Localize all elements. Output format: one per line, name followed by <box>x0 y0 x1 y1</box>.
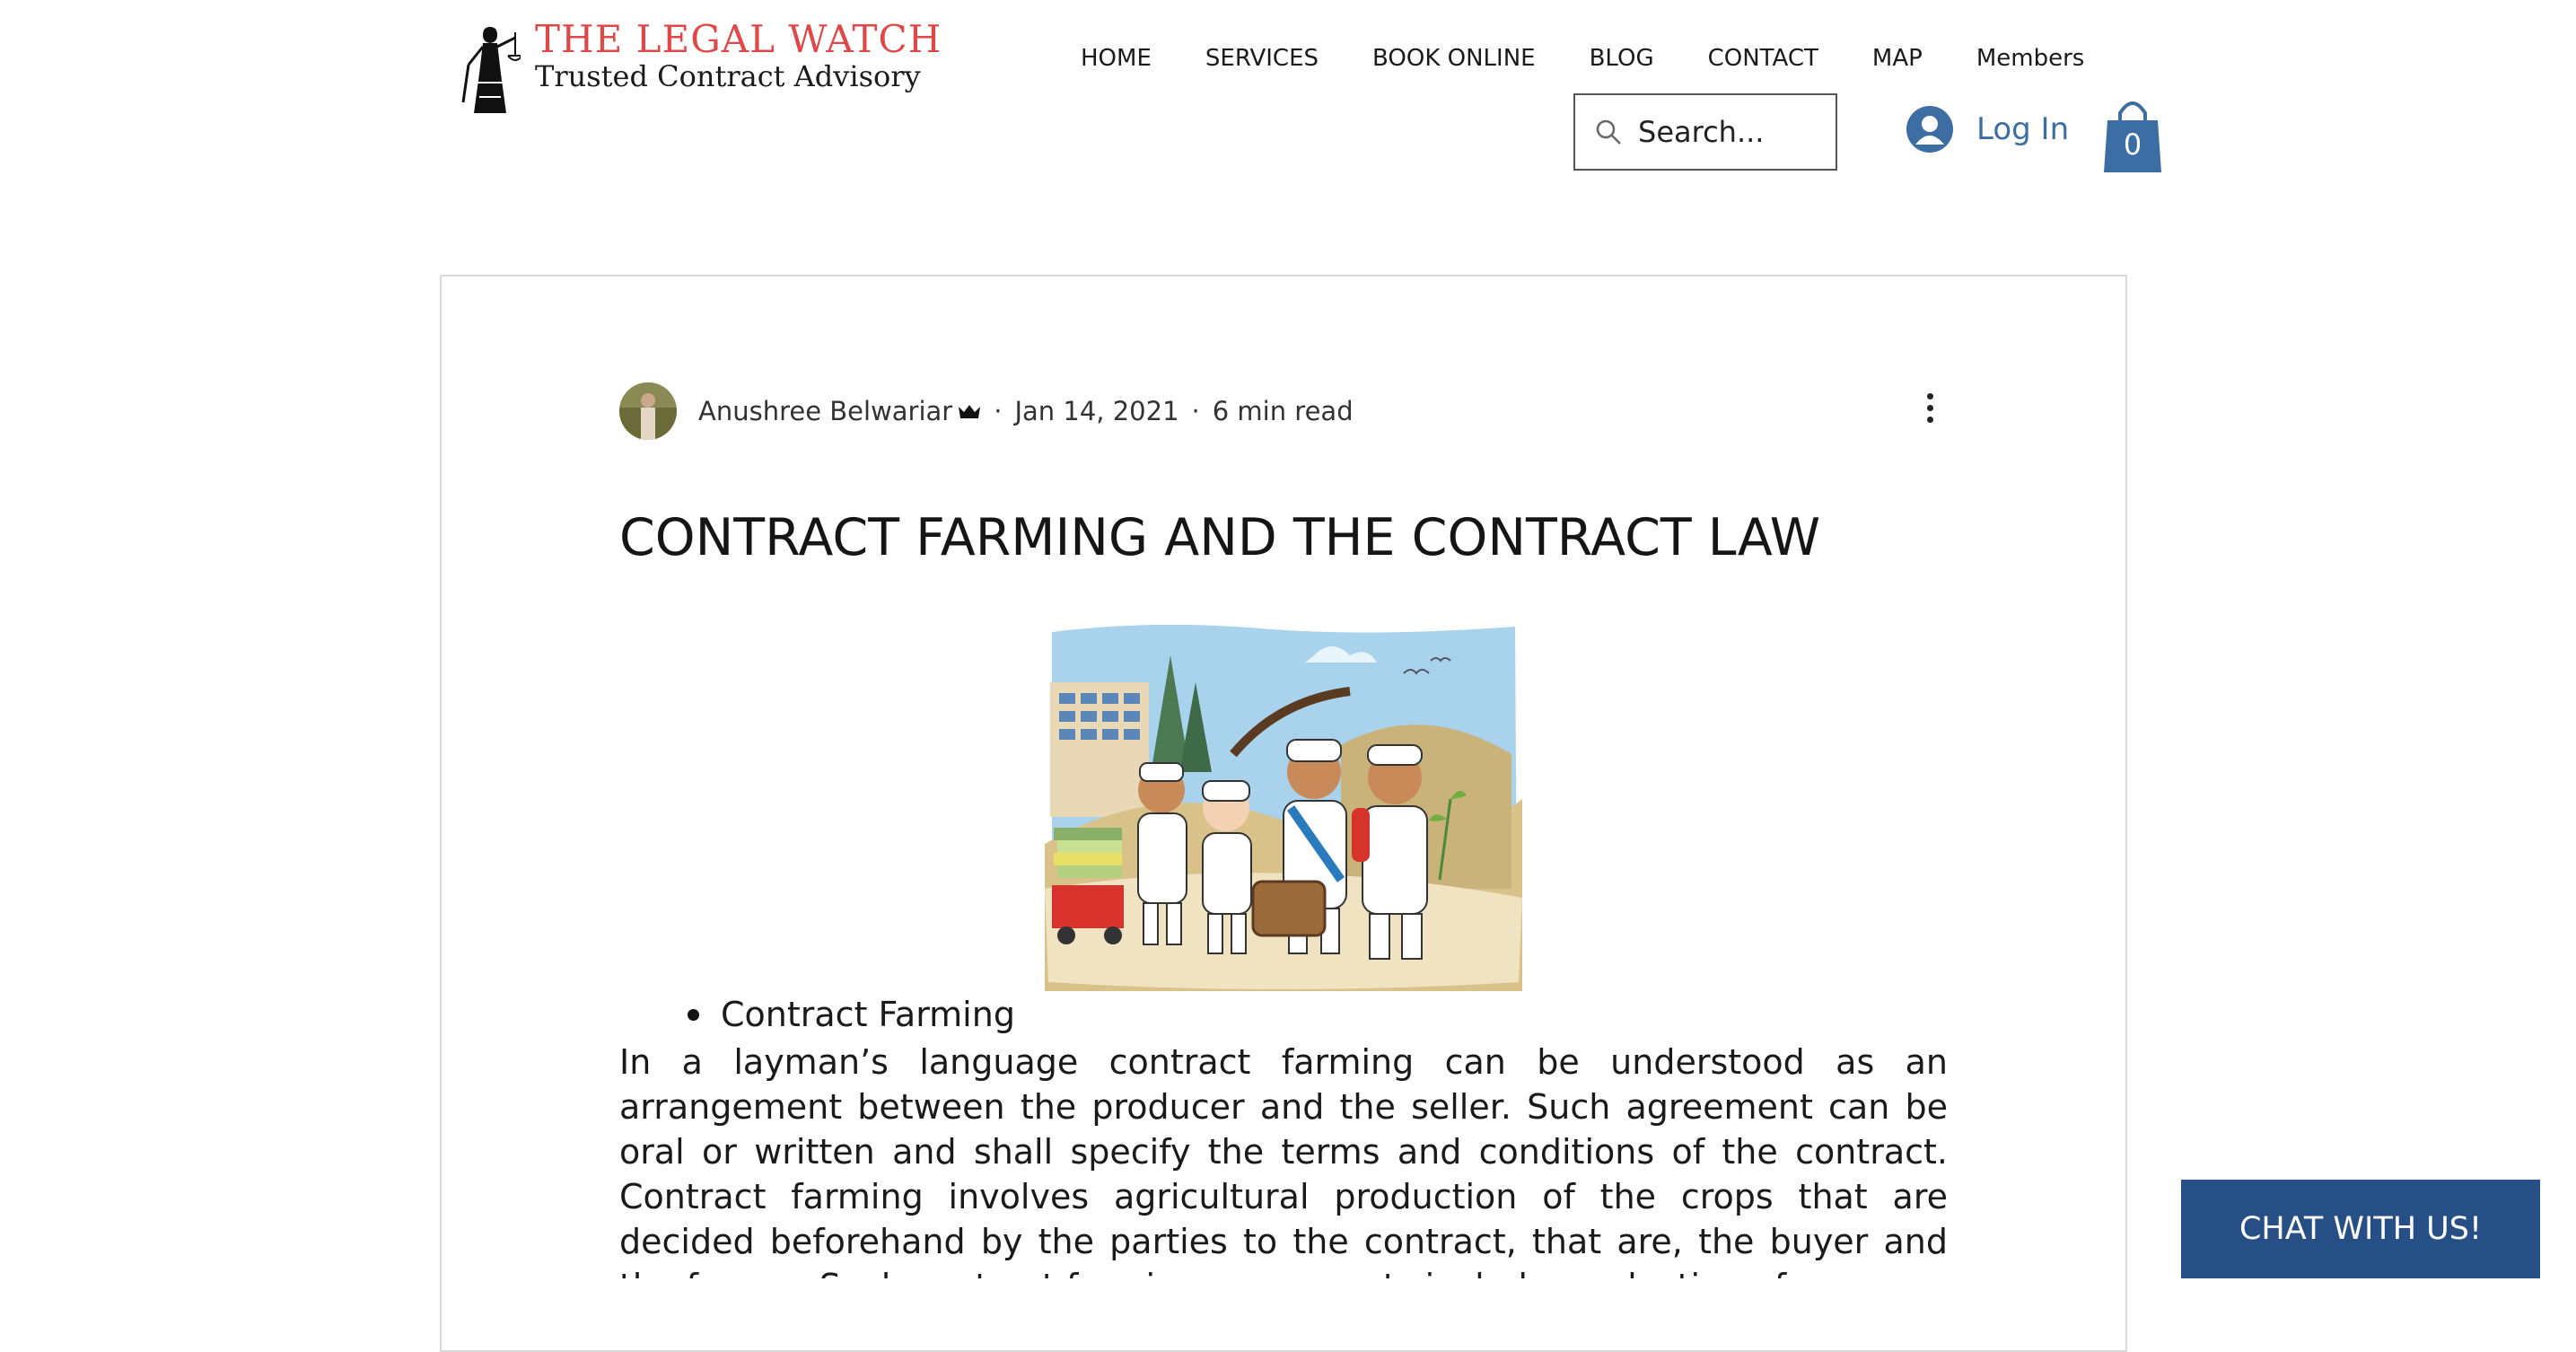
lady-justice-icon <box>461 27 521 113</box>
meta-separator: · <box>1191 396 1200 426</box>
brand-title: THE LEGAL WATCH <box>535 17 942 61</box>
search-icon <box>1596 119 1621 145</box>
crown-icon <box>959 405 981 418</box>
list-item: Contract Farming <box>688 995 1015 1034</box>
nav-contact[interactable]: CONTACT <box>1708 45 1818 72</box>
cart-count: 0 <box>2123 127 2142 162</box>
login-button[interactable]: Log In <box>1906 106 2069 153</box>
site-logo[interactable]: THE LEGAL WATCH Trusted Contract Advisor… <box>460 20 942 117</box>
post-meta: Anushree Belwariar · Jan 14, 2021 · 6 mi… <box>619 382 1354 440</box>
meta-separator: · <box>994 396 1003 426</box>
search-input[interactable]: Search... <box>1573 93 1837 171</box>
more-vertical-icon[interactable] <box>1921 393 1939 433</box>
bullet-icon <box>688 1008 699 1021</box>
post-illustration <box>1045 624 1522 991</box>
nav-map[interactable]: MAP <box>1872 45 1923 72</box>
brand-subtitle: Trusted Contract Advisory <box>535 59 921 93</box>
nav-home[interactable]: HOME <box>1081 45 1152 72</box>
nav-blog[interactable]: BLOG <box>1590 45 1654 72</box>
read-time: 6 min read <box>1212 396 1354 426</box>
main-nav: HOME SERVICES BOOK ONLINE BLOG CONTACT M… <box>1081 45 2084 72</box>
search-placeholder: Search... <box>1638 115 1765 149</box>
user-avatar-icon <box>1906 106 1953 153</box>
chat-button[interactable]: CHAT WITH US! <box>2181 1180 2540 1278</box>
nav-services[interactable]: SERVICES <box>1205 45 1319 72</box>
post-title: CONTRACT FARMING AND THE CONTRACT LAW <box>619 508 1821 567</box>
bullet-text: Contract Farming <box>721 995 1015 1034</box>
post-date: Jan 14, 2021 <box>1014 396 1179 426</box>
author-name[interactable]: Anushree Belwariar <box>698 396 952 426</box>
nav-book-online[interactable]: BOOK ONLINE <box>1372 45 1536 72</box>
nav-members[interactable]: Members <box>1976 45 2085 72</box>
cart-button[interactable]: 0 <box>2104 97 2161 172</box>
author-avatar[interactable] <box>619 382 677 440</box>
login-label: Log In <box>1976 111 2070 147</box>
